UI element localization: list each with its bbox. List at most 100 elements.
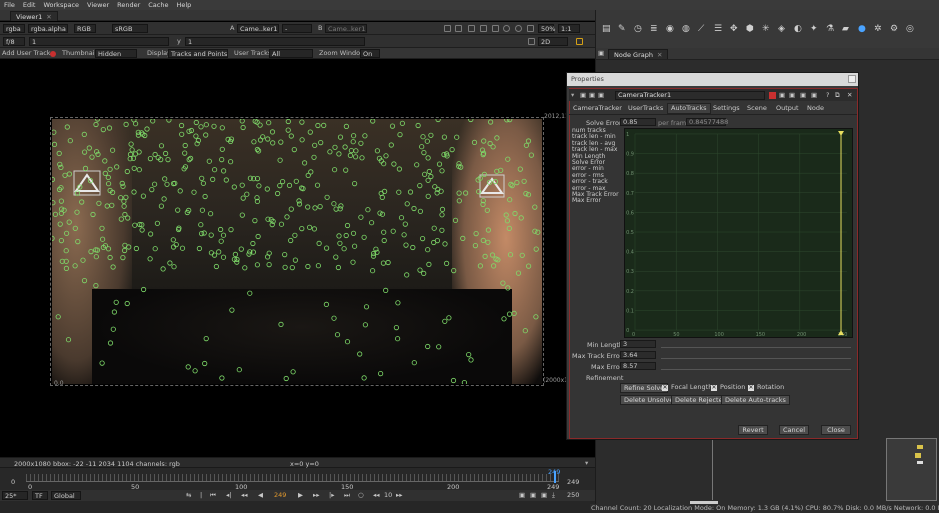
- track-point[interactable]: [381, 229, 387, 235]
- track-point[interactable]: [109, 147, 116, 153]
- track-point[interactable]: [442, 318, 448, 324]
- track-point[interactable]: [327, 149, 333, 155]
- track-point[interactable]: [255, 233, 261, 240]
- track-point[interactable]: [264, 186, 270, 192]
- track-point[interactable]: [436, 161, 443, 167]
- autotrack-points[interactable]: [52, 119, 542, 384]
- autotracks-graph[interactable]: 1 0.9 0.8 0.7 0.6 0.5 0.4 0.3 0.2 0.1 00 50 100 150 20…: [624, 128, 853, 338]
- track-point[interactable]: [519, 252, 525, 258]
- track-point[interactable]: [393, 325, 399, 331]
- track-point[interactable]: [318, 139, 324, 146]
- track-point[interactable]: [311, 154, 317, 160]
- views-icon[interactable]: ◈: [778, 24, 785, 34]
- node-icon[interactable]: ▣: [580, 91, 586, 99]
- track-point[interactable]: [428, 132, 434, 138]
- close-icon[interactable]: ✕: [657, 51, 662, 59]
- channel-icon[interactable]: ≣: [650, 24, 658, 34]
- track-point[interactable]: [120, 183, 126, 189]
- track-point[interactable]: [105, 174, 111, 181]
- track-point[interactable]: [158, 203, 165, 209]
- transform-icon[interactable]: ✥: [730, 24, 738, 34]
- track-point[interactable]: [292, 257, 298, 263]
- track-point[interactable]: [290, 369, 296, 375]
- track-point[interactable]: [425, 247, 431, 253]
- track-point[interactable]: [88, 249, 94, 255]
- max-track-error-field[interactable]: 3.64: [620, 351, 656, 359]
- track-point[interactable]: [57, 221, 63, 227]
- track-point[interactable]: [507, 119, 513, 123]
- track-point[interactable]: [512, 210, 518, 217]
- track-point[interactable]: [434, 238, 440, 244]
- track-point[interactable]: [311, 226, 317, 232]
- tf-select[interactable]: TF: [32, 491, 48, 500]
- track-point[interactable]: [163, 150, 169, 157]
- track-point[interactable]: [114, 164, 120, 170]
- track-point[interactable]: [362, 133, 368, 139]
- track-point[interactable]: [265, 216, 271, 222]
- collapse-icon[interactable]: ▾: [571, 91, 574, 99]
- track-point[interactable]: [305, 172, 311, 179]
- track-point[interactable]: [223, 177, 229, 183]
- track-point[interactable]: [383, 287, 389, 293]
- zoom-select[interactable]: 50%: [538, 24, 555, 33]
- track-point[interactable]: [485, 239, 491, 245]
- track-point[interactable]: [517, 166, 523, 172]
- track-point[interactable]: [106, 125, 113, 131]
- track-point[interactable]: [439, 206, 446, 213]
- close-button[interactable]: Close: [821, 425, 851, 435]
- max-error-slider[interactable]: [661, 362, 851, 370]
- track-point[interactable]: [122, 247, 128, 254]
- prev-key-icon[interactable]: ◂|: [226, 491, 231, 499]
- track-point[interactable]: [229, 307, 235, 313]
- zoom-window-select[interactable]: On: [360, 49, 380, 58]
- track-point[interactable]: [179, 131, 185, 137]
- ocean-icon[interactable]: ●: [858, 24, 866, 34]
- frame-step-select[interactable]: f/8: [3, 37, 25, 46]
- track-point[interactable]: [490, 144, 496, 150]
- track-point[interactable]: [417, 183, 423, 189]
- track-point[interactable]: [72, 225, 78, 231]
- track-point[interactable]: [395, 300, 401, 306]
- track-point[interactable]: [426, 168, 432, 175]
- track-point[interactable]: [63, 265, 69, 271]
- track-point[interactable]: [238, 246, 244, 252]
- track-point[interactable]: [358, 140, 364, 146]
- track-point[interactable]: [533, 246, 539, 252]
- track-point[interactable]: [123, 194, 129, 200]
- track-point[interactable]: [113, 299, 119, 305]
- track-point[interactable]: [79, 199, 85, 205]
- track-point[interactable]: [511, 310, 517, 316]
- track-point[interactable]: [380, 260, 386, 266]
- track-point[interactable]: [203, 336, 209, 342]
- track-point[interactable]: [120, 255, 126, 261]
- track-point[interactable]: [52, 211, 59, 217]
- track-point[interactable]: [370, 119, 376, 124]
- track-point[interactable]: [535, 229, 541, 235]
- min-length-slider[interactable]: [661, 340, 851, 348]
- track-point[interactable]: [374, 148, 380, 154]
- track-point[interactable]: [533, 314, 539, 320]
- track-point[interactable]: [350, 133, 357, 139]
- track-point[interactable]: [317, 204, 323, 210]
- track-point[interactable]: [132, 222, 138, 228]
- tab-cameratracker[interactable]: CameraTracker: [570, 104, 625, 114]
- layer-select[interactable]: rgba.alpha: [28, 24, 68, 33]
- track-point[interactable]: [93, 283, 99, 289]
- node-icon[interactable]: ▣: [800, 91, 806, 99]
- track-point[interactable]: [278, 139, 284, 145]
- track-point[interactable]: [425, 193, 431, 199]
- track-point[interactable]: [350, 259, 356, 265]
- track-point[interactable]: [208, 250, 214, 256]
- track-point[interactable]: [124, 300, 130, 307]
- track-point[interactable]: [158, 143, 165, 149]
- track-point[interactable]: [206, 158, 212, 164]
- track-point[interactable]: [219, 156, 225, 163]
- blend-mode-select[interactable]: -: [282, 24, 312, 33]
- track-point[interactable]: [399, 120, 405, 126]
- track-point[interactable]: [62, 172, 68, 178]
- track-point[interactable]: [99, 236, 106, 242]
- frame-field[interactable]: 1: [29, 37, 169, 46]
- track-point[interactable]: [220, 232, 227, 238]
- track-point[interactable]: [95, 119, 101, 122]
- render-icon[interactable]: ▣: [541, 491, 547, 499]
